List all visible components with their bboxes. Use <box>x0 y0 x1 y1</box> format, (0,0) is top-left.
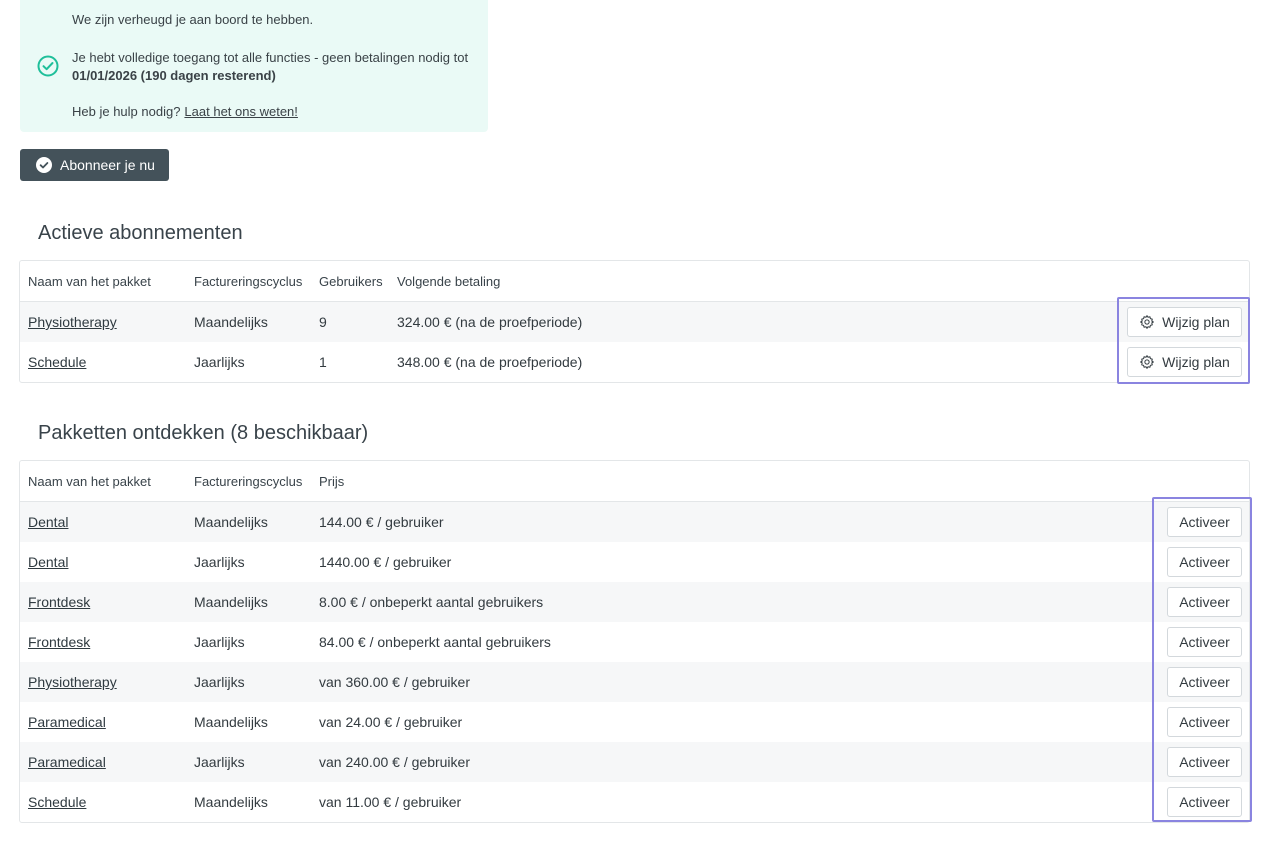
package-link[interactable]: Frontdesk <box>28 582 90 622</box>
package-link[interactable]: Frontdesk <box>28 622 90 662</box>
package-link[interactable]: Schedule <box>28 342 86 382</box>
table-row: Dental Jaarlijks 1440.00 € / gebruiker Acti… <box>20 542 1249 582</box>
header-billing-cycle: Factureringscyclus <box>194 273 303 289</box>
table-row: Schedule Jaarlijks 1 348.00 € (na de pro… <box>20 342 1249 382</box>
package-link[interactable]: Dental <box>28 502 68 542</box>
billing-cycle: Jaarlijks <box>194 754 245 770</box>
help-text: Heb je hulp nodig? <box>72 104 181 119</box>
package-link[interactable]: Schedule <box>28 782 86 822</box>
header-package-name: Naam van het pakket <box>28 473 151 489</box>
active-subscriptions-table: Naam van het pakket Factureringscyclus G… <box>19 260 1250 383</box>
package-link[interactable]: Physiotherapy <box>28 662 117 702</box>
billing-cycle: Maandelijks <box>194 794 268 810</box>
next-payment: 324.00 € (na de proefperiode) <box>397 314 583 330</box>
price: 84.00 € / onbeperkt aantal gebruikers <box>319 634 551 650</box>
trial-notice: We zijn verheugd je aan boord te hebben.… <box>20 0 488 132</box>
price: van 240.00 € / gebruiker <box>319 754 470 770</box>
highlight-frame <box>1152 497 1252 822</box>
discover-packages-title: Pakketten ontdekken (8 beschikbaar) <box>38 422 369 444</box>
table-row: Dental Maandelijks 144.00 € / gebruiker Act… <box>20 502 1249 542</box>
price: van 360.00 € / gebruiker <box>319 674 470 690</box>
price: 144.00 € / gebruiker <box>319 514 444 530</box>
billing-cycle: Maandelijks <box>194 314 268 330</box>
package-link[interactable]: Dental <box>28 542 68 582</box>
billing-cycle: Jaarlijks <box>194 554 245 570</box>
billing-cycle: Jaarlijks <box>194 354 245 370</box>
table-row: Paramedical Jaarlijks van 240.00 € / gebru… <box>20 742 1249 782</box>
table-header-row: Naam van het pakket Factureringscyclus G… <box>20 261 1249 302</box>
subscribe-button-label: Abonneer je nu <box>60 157 155 173</box>
notice-trial-date: 01/01/2026 (190 dagen resterend) <box>72 68 276 83</box>
price: van 24.00 € / gebruiker <box>319 714 463 730</box>
active-subscriptions-title: Actieve abonnementen <box>38 222 243 244</box>
package-link[interactable]: Paramedical <box>28 702 106 742</box>
header-next-payment: Volgende betaling <box>397 273 501 289</box>
package-link[interactable]: Physiotherapy <box>28 302 117 342</box>
table-row: Physiotherapy Jaarlijks van 360.00 € / geb… <box>20 662 1249 702</box>
table-row: Paramedical Maandelijks van 24.00 € / gebr… <box>20 702 1249 742</box>
table-row: Frontdesk Jaarlijks 84.00 € / onbeperkt aa… <box>20 622 1249 662</box>
check-circle-icon <box>37 55 59 77</box>
table-row: Schedule Maandelijks van 11.00 € / gebruik… <box>20 782 1249 822</box>
help-link[interactable]: Laat het ons weten! <box>184 104 297 119</box>
package-link[interactable]: Paramedical <box>28 742 106 782</box>
price: 8.00 € / onbeperkt aantal gebruikers <box>319 594 544 610</box>
users-count: 9 <box>319 314 327 330</box>
header-billing-cycle: Factureringscyclus <box>194 473 303 489</box>
subscribe-button[interactable]: Abonneer je nu <box>20 149 169 181</box>
notice-help-line: Heb je hulp nodig? Laat het ons weten! <box>72 103 298 121</box>
table-header-row: Naam van het pakket Factureringscyclus P… <box>20 461 1249 502</box>
header-package-name: Naam van het pakket <box>28 273 151 289</box>
billing-cycle: Jaarlijks <box>194 674 245 690</box>
billing-cycle: Maandelijks <box>194 594 268 610</box>
billing-cycle: Maandelijks <box>194 714 268 730</box>
check-circle-icon <box>36 157 52 173</box>
header-price: Prijs <box>319 473 345 489</box>
table-row: Physiotherapy Maandelijks 9 324.00 € (na… <box>20 302 1249 342</box>
price: 1440.00 € / gebruiker <box>319 554 452 570</box>
notice-access-text: Je hebt volledige toegang tot alle funct… <box>72 50 469 65</box>
table-row: Frontdesk Maandelijks 8.00 € / onbeperkt a… <box>20 582 1249 622</box>
discover-packages-table: Naam van het pakket Factureringscyclus P… <box>19 460 1250 823</box>
billing-cycle: Maandelijks <box>194 514 268 530</box>
highlight-frame <box>1117 297 1250 384</box>
users-count: 1 <box>319 354 327 370</box>
next-payment: 348.00 € (na de proefperiode) <box>397 354 583 370</box>
price: van 11.00 € / gebruiker <box>319 794 462 810</box>
header-users: Gebruikers <box>319 273 383 289</box>
billing-cycle: Jaarlijks <box>194 634 245 650</box>
notice-welcome-text: We zijn verheugd je aan boord te hebben. <box>72 12 314 27</box>
